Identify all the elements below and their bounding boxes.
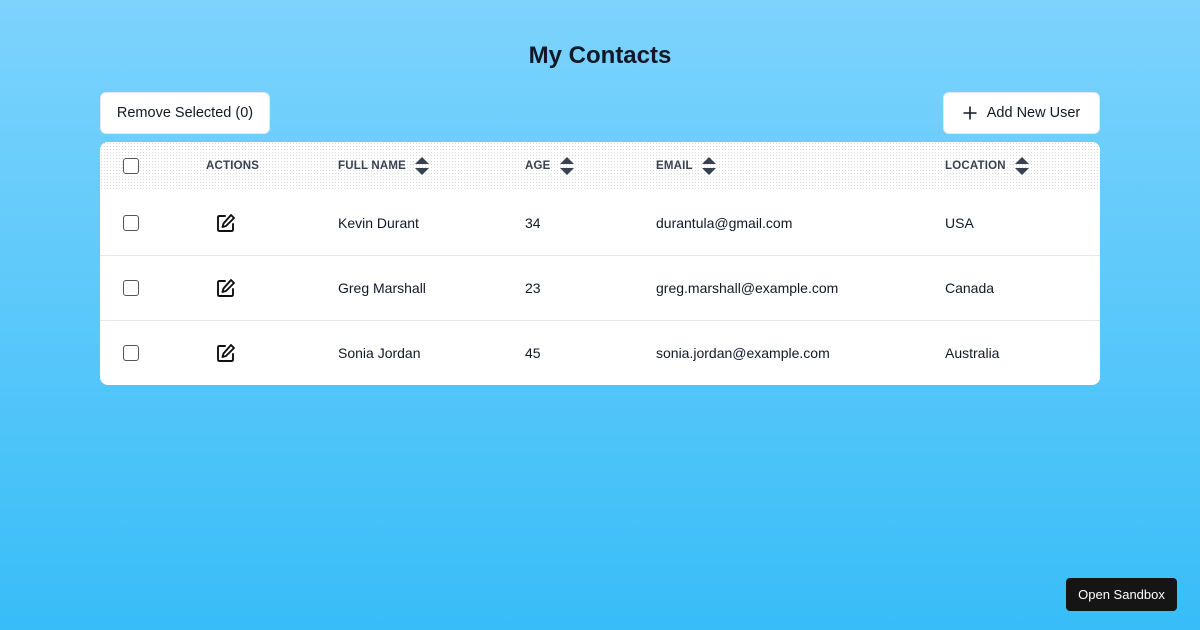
column-header-full-name-label: FULL NAME (338, 160, 407, 172)
column-header-email-label: EMAIL (656, 160, 693, 172)
sort-icon[interactable] (701, 156, 717, 176)
row-checkbox-cell (123, 256, 139, 320)
cell-age: 45 (525, 345, 541, 361)
cell-email: greg.marshall@example.com (656, 280, 839, 296)
table-header: ACTIONS FULL NAME AGE EMAIL LOCATION (100, 142, 1100, 190)
column-header-actions: ACTIONS (206, 142, 259, 190)
remove-selected-label: Remove Selected (0) (116, 105, 254, 121)
add-new-user-label: Add New User (986, 105, 1081, 121)
table-row: Sonia Jordan 45 sonia.jordan@example.com… (100, 320, 1100, 385)
row-checkbox[interactable] (123, 214, 139, 231)
column-header-location-label: LOCATION (945, 160, 1006, 172)
contacts-table: ACTIONS FULL NAME AGE EMAIL LOCATION Kev… (100, 142, 1100, 385)
row-actions-cell (216, 190, 236, 255)
open-sandbox-button[interactable]: Open Sandbox (1066, 578, 1177, 611)
sort-icon[interactable] (414, 156, 430, 176)
row-actions-cell (216, 256, 236, 320)
row-checkbox-cell (123, 321, 139, 385)
cell-age: 34 (525, 214, 541, 231)
column-header-full-name[interactable]: FULL NAME (338, 142, 430, 190)
row-checkbox[interactable] (123, 345, 139, 361)
page-title: My Contacts (528, 42, 672, 69)
row-checkbox[interactable] (123, 280, 139, 296)
add-new-user-button[interactable]: Add New User (943, 92, 1100, 134)
column-header-email[interactable]: EMAIL (656, 142, 717, 190)
edit-icon[interactable] (216, 213, 236, 233)
column-header-location[interactable]: LOCATION (945, 142, 1030, 190)
cell-location: USA (945, 214, 974, 231)
cell-full-name: Greg Marshall (338, 280, 426, 296)
sort-icon[interactable] (559, 156, 575, 176)
cell-age: 23 (525, 280, 541, 296)
table-row: Kevin Durant 34 durantula@gmail.com USA (100, 190, 1100, 255)
sort-icon[interactable] (1014, 156, 1030, 176)
cell-full-name: Sonia Jordan (338, 345, 421, 361)
edit-icon[interactable] (216, 278, 236, 298)
column-header-age[interactable]: AGE (525, 142, 575, 190)
cell-full-name: Kevin Durant (338, 214, 419, 231)
cell-email: sonia.jordan@example.com (656, 345, 830, 361)
header-checkbox-cell (123, 142, 139, 190)
row-actions-cell (216, 321, 236, 385)
edit-icon[interactable] (216, 343, 236, 363)
cell-email: durantula@gmail.com (656, 214, 793, 231)
row-checkbox-cell (123, 190, 139, 255)
select-all-checkbox[interactable] (123, 158, 139, 174)
plus-icon (963, 106, 977, 120)
remove-selected-button[interactable]: Remove Selected (0) (100, 92, 270, 134)
open-sandbox-label: Open Sandbox (1078, 587, 1165, 602)
column-header-age-label: AGE (525, 160, 551, 172)
cell-location: Australia (945, 345, 1000, 361)
table-row: Greg Marshall 23 greg.marshall@example.c… (100, 255, 1100, 320)
cell-location: Canada (945, 280, 995, 296)
column-header-actions-label: ACTIONS (206, 160, 260, 172)
